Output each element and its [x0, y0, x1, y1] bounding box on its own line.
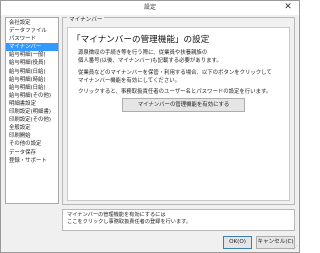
page-title: 「マイナンバーの管理機能」の設定 — [72, 35, 210, 45]
help-line: マイナンバーの管理機能を有効にするには — [67, 212, 166, 218]
sidebar-item[interactable]: 印刷設定(明細書) — [6, 108, 58, 116]
close-icon[interactable]: ✕ — [279, 2, 297, 13]
sidebar-item[interactable]: 会社設定 — [6, 19, 58, 27]
sidebar-item[interactable]: パスワード — [6, 35, 58, 43]
group-legend: マイナンバー — [67, 17, 105, 24]
description-line: 従業員などのマイナンバーを保管・利用する場合、以下のボタンをクリックして — [78, 70, 272, 76]
sidebar-item[interactable]: 給与明細(日給) — [6, 68, 58, 76]
sidebar-item[interactable]: 印刷設定(その他) — [6, 116, 58, 124]
sidebar-item[interactable]: 明細書設定 — [6, 100, 58, 108]
resize-grip-icon[interactable]: ⋰ — [293, 246, 298, 251]
sidebar-item[interactable]: 登録・サポート — [6, 157, 58, 165]
mynumber-group: マイナンバー 「マイナンバーの管理機能」の設定 源泉徴収の手続き等を行う際に、従… — [62, 17, 295, 205]
cancel-button[interactable]: キャンセル(C) — [256, 236, 295, 249]
description-line: 源泉徴収の手続き等を行う際に、従業員や扶養親族の — [78, 50, 208, 56]
sidebar-item[interactable]: 給与明細(一般) — [6, 51, 58, 59]
title-bar: 設定 ✕ — [1, 1, 299, 15]
enable-mynumber-button[interactable]: マイナンバーの管理機能を有効にする — [122, 98, 245, 112]
sidebar-item[interactable]: 給与明細(その他) — [6, 92, 58, 100]
description-line: 個人番号(以後、マイナンバー)も記載する必要があります。 — [78, 58, 222, 64]
settings-dialog: 設定 ✕ 会社設定 データファイル パスワード マイナンバー 給与明細(一般) 給与明細(… — [0, 0, 300, 253]
help-line: ここをクリックし事務取扱責任者の登録を行います。 — [67, 219, 191, 225]
settings-category-list[interactable]: 会社設定 データファイル パスワード マイナンバー 給与明細(一般) 給与明細(役員) 給与… — [5, 17, 59, 204]
sidebar-item[interactable]: その他の設定 — [6, 140, 58, 148]
sidebar-item[interactable]: マイナンバー — [6, 43, 58, 52]
ok-button[interactable]: OK(O) — [223, 236, 252, 249]
sidebar-item[interactable]: 給与明細(日給) — [6, 84, 58, 92]
sidebar-item[interactable]: データファイル — [6, 27, 58, 35]
description-line: クリックすると、事務取扱責任者のユーザー名とパスワードの設定を行います。 — [78, 89, 272, 95]
mynumber-panel: 「マイナンバーの管理機能」の設定 源泉徴収の手続き等を行う際に、従業員や扶養親族… — [67, 27, 290, 201]
help-text-box: マイナンバーの管理機能を有効にするには ここをクリックし事務取扱責任者の登録を行… — [62, 209, 295, 231]
sidebar-item[interactable]: 印刷開始 — [6, 132, 58, 140]
description-line: マイナンバー機能を有効にしてください。 — [78, 78, 180, 84]
sidebar-item[interactable]: 給与明細(時給) — [6, 76, 58, 84]
sidebar-item[interactable]: データ保存 — [6, 149, 58, 157]
sidebar-item[interactable]: 給与明細(役員) — [6, 59, 58, 67]
sidebar-item[interactable]: 全般設定 — [6, 124, 58, 132]
window-title: 設定 — [143, 4, 156, 11]
